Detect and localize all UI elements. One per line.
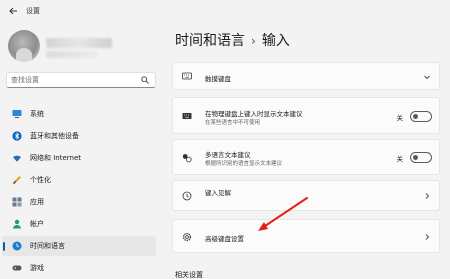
sidebar-item-label: 系统 [30, 110, 44, 118]
sidebar-item-label: 帐户 [30, 220, 44, 228]
toggle-knob [413, 114, 418, 119]
gamepad-icon [12, 263, 22, 273]
sidebar-item-personalization[interactable]: 个性化 [2, 170, 156, 190]
chevron-right-icon[interactable] [423, 233, 431, 241]
sidebar-item-label: 应用 [30, 198, 44, 206]
profile-email-redacted [46, 51, 98, 58]
card-title: 键入见解 [205, 189, 231, 197]
globe-clock-icon [12, 241, 22, 251]
sidebar-nav: 系统 蓝牙和其他设备 网络和 Internet 个性化 应用 帐户 时间和语言 … [0, 104, 158, 279]
wifi-icon [12, 153, 22, 163]
search-input[interactable] [11, 76, 131, 84]
toggle-knob [413, 155, 418, 160]
settings-window: 设置 系统 蓝牙 [0, 0, 450, 279]
title-bar: 设置 [0, 0, 450, 22]
sidebar: 系统 蓝牙和其他设备 网络和 Internet 个性化 [0, 22, 158, 279]
sidebar-item-apps[interactable]: 应用 [2, 192, 156, 212]
toggle-state-label: 关 [396, 155, 404, 163]
card-title: 在物理键盘上键入时显示文本建议 [205, 110, 303, 118]
sidebar-item-time-language[interactable]: 时间和语言 [2, 236, 156, 256]
brush-icon [12, 175, 22, 185]
sidebar-item-bluetooth[interactable]: 蓝牙和其他设备 [2, 126, 156, 146]
related-settings-heading: 相关设置 [175, 271, 203, 279]
card-title: 高级键盘设置 [205, 235, 244, 243]
card-subtitle: 根据所识别的语言显示文本建议 [205, 161, 283, 167]
sidebar-item-network[interactable]: 网络和 Internet [2, 148, 156, 168]
sidebar-item-system[interactable]: 系统 [2, 104, 156, 124]
card-multilingual-suggestions: 多语言文本建议 根据所识别的语言显示文本建议 关 [172, 139, 440, 175]
back-button[interactable] [6, 4, 20, 18]
search-icon[interactable] [141, 76, 149, 84]
card-advanced-keyboard-settings[interactable]: 高级键盘设置 [172, 219, 440, 253]
sidebar-item-label: 个性化 [30, 176, 51, 184]
avatar [8, 30, 40, 62]
apps-icon [12, 197, 22, 207]
sidebar-item-label: 游戏 [30, 264, 44, 272]
keyboard-icon [182, 71, 192, 81]
card-typing-insights[interactable]: 键入见解 [172, 180, 440, 211]
monitor-icon [12, 109, 22, 119]
chevron-down-icon[interactable] [423, 73, 431, 81]
chevron-right-icon[interactable] [423, 192, 431, 200]
bluetooth-icon [12, 131, 22, 141]
app-title: 设置 [26, 7, 40, 15]
toggle-state-label: 关 [396, 114, 404, 122]
card-subtitle: 在某些语言中不可使用 [205, 120, 261, 126]
gear-icon [182, 232, 192, 242]
sidebar-item-label: 网络和 Internet [30, 154, 82, 162]
keyboard-icon [182, 111, 192, 121]
back-arrow-icon [9, 7, 17, 15]
breadcrumb-parent[interactable]: 时间和语言 [175, 33, 245, 49]
user-profile[interactable] [6, 30, 156, 66]
card-title: 多语言文本建议 [205, 151, 251, 159]
profile-name-redacted [46, 38, 112, 48]
card-title: 触摸键盘 [205, 75, 231, 83]
sidebar-item-gaming[interactable]: 游戏 [2, 258, 156, 278]
sidebar-item-accounts[interactable]: 帐户 [2, 214, 156, 234]
multilingual-toggle[interactable] [410, 152, 432, 163]
person-icon [12, 219, 22, 229]
breadcrumb-current: 输入 [261, 33, 290, 49]
breadcrumb-separator: › [251, 34, 256, 48]
sidebar-item-label: 蓝牙和其他设备 [30, 132, 79, 140]
card-touch-keyboard[interactable]: 触摸键盘 [172, 62, 440, 90]
page-title: 时间和语言 › 输入 [175, 30, 290, 50]
sidebar-item-label: 时间和语言 [30, 242, 65, 250]
text-suggestions-toggle[interactable] [410, 111, 432, 122]
history-icon [182, 191, 192, 201]
search-box[interactable] [6, 72, 156, 88]
multilingual-icon [182, 153, 192, 163]
card-text-suggestions: 在物理键盘上键入时显示文本建议 在某些语言中不可使用 关 [172, 97, 440, 134]
